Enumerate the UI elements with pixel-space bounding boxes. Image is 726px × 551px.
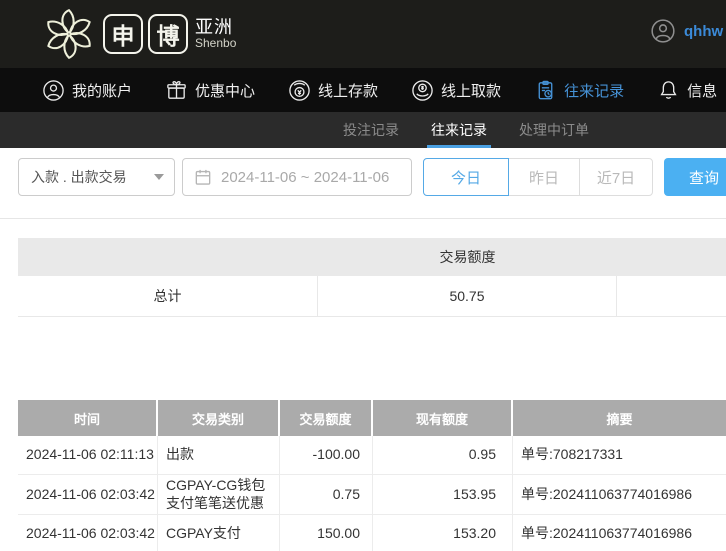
cell-amount: 150.00 [280,515,373,551]
summary-table: 交易额度 总计 50.75 [18,238,726,317]
cell-time: 2024-11-06 02:11:13 [18,436,158,474]
col-header-amount: 交易额度 [280,400,373,436]
today-button[interactable]: 今日 [423,158,509,196]
cell-time: 2024-11-06 02:03:42 [18,515,158,551]
tab-pending-orders[interactable]: 处理中订单 [519,112,589,148]
user-avatar-icon [651,19,675,43]
nav-label: 信息 [687,82,718,100]
summary-header-empty2 [617,238,726,276]
user-icon [43,79,64,101]
col-header-type: 交易类别 [158,400,280,436]
last7days-button[interactable]: 近7日 [579,158,653,196]
cell-remark: 单号:202411063774016986 [521,485,693,502]
nav-label: 往来记录 [564,82,625,100]
records-icon [538,80,553,99]
cell-type: 出款 [158,436,280,474]
cell-remark: 单号:708217331 [521,446,623,463]
main-nav: 我的账户 优惠中心 线上存款 线上取款 往来记录 信息 [0,68,726,112]
cell-type: CGPAY支付 [158,515,280,551]
yesterday-button[interactable]: 昨日 [508,158,580,196]
tab-label: 往来记录 [431,122,487,138]
cell-amount: 0.75 [280,475,373,514]
nav-item-messages[interactable]: 信息 [657,79,717,102]
cell-type: CGPAY-CG钱包支付笔笔送优惠 [158,475,280,514]
col-header-remark: 摘要 [606,411,633,427]
col-header-balance: 现有额度 [373,400,513,436]
summary-header-empty [18,238,318,276]
tab-betting-records[interactable]: 投注记录 [343,112,399,148]
chevron-down-icon [154,174,164,180]
nav-label: 线上取款 [441,82,502,100]
table-row: 2024-11-06 02:11:13 出款 -100.00 0.95 单号:7… [18,436,726,475]
nav-item-withdraw[interactable]: 线上取款 [411,79,501,102]
cell-balance: 153.95 [373,475,513,514]
sub-nav: 投注记录 往来记录 处理中订单 [0,112,726,148]
logo-char-shen: 申 [103,14,143,54]
table-header-row: 时间 交易类别 交易额度 现有额度 摘要 [18,400,726,436]
brand-logo[interactable]: 申 博 亚洲 Shenbo [40,5,236,63]
filter-bar: 入款 . 出款交易 2024-11-06 ~ 2024-11-06 今日 昨日 … [0,158,726,196]
summary-total-empty [617,276,726,316]
cell-remark: 单号:202411063774016986 [521,525,693,542]
withdraw-icon [412,79,433,101]
date-range-input[interactable]: 2024-11-06 ~ 2024-11-06 [182,158,412,196]
logo-char-bo: 博 [148,14,188,54]
nav-item-deposit[interactable]: 线上存款 [288,79,378,102]
summary-total-row: 总计 50.75 [18,276,726,317]
username: qhhw [684,22,724,40]
flower-logo-icon [47,8,91,60]
summary-header-row: 交易额度 [18,238,726,276]
brand-region: 亚洲 [195,17,233,38]
nav-label: 线上存款 [318,82,379,100]
nav-item-promotions[interactable]: 优惠中心 [165,79,255,102]
search-button[interactable]: 查询 [664,158,726,196]
account-menu[interactable]: qhhw [650,18,723,44]
app-window: 申 博 亚洲 Shenbo qhhw 我的账户 优惠中心 线上存款 线上取款 往… [0,0,726,551]
active-tab-underline [427,145,491,148]
transactions-table: 时间 交易类别 交易额度 现有额度 摘要 2024-11-06 02:11:13… [18,400,726,551]
select-value: 入款 . 出款交易 [31,169,127,185]
transaction-type-select[interactable]: 入款 . 出款交易 [18,158,175,196]
cell-time: 2024-11-06 02:03:42 [18,475,158,514]
nav-item-my-account[interactable]: 我的账户 [42,79,132,102]
table-row: 2024-11-06 02:03:42 CGPAY支付 150.00 153.2… [18,515,726,551]
col-header-time: 时间 [18,400,158,436]
date-range-value: 2024-11-06 ~ 2024-11-06 [221,168,390,186]
section-divider [0,218,726,219]
cell-balance: 0.95 [373,436,513,474]
gift-icon [167,80,186,99]
bell-icon [660,80,677,99]
summary-total-value: 50.75 [318,276,617,316]
brand-text: 亚洲 Shenbo [195,18,236,49]
calendar-icon [195,169,211,185]
quick-date-group: 今日 昨日 近7日 [423,158,653,196]
nav-item-records[interactable]: 往来记录 [534,79,624,102]
summary-total-label: 总计 [18,276,318,316]
tab-transaction-records[interactable]: 往来记录 [427,112,491,148]
table-row: 2024-11-06 02:03:42 CGPAY-CG钱包支付笔笔送优惠 0.… [18,475,726,515]
cell-balance: 153.20 [373,515,513,551]
cell-amount: -100.00 [280,436,373,474]
tab-group: 投注记录 往来记录 处理中订单 [343,112,589,148]
nav-label: 优惠中心 [195,82,256,100]
nav-label: 我的账户 [72,82,133,100]
brand-subtitle: Shenbo [195,36,237,51]
summary-header-amount: 交易额度 [439,249,496,265]
site-header: 申 博 亚洲 Shenbo qhhw [0,0,726,68]
deposit-icon [289,79,310,101]
